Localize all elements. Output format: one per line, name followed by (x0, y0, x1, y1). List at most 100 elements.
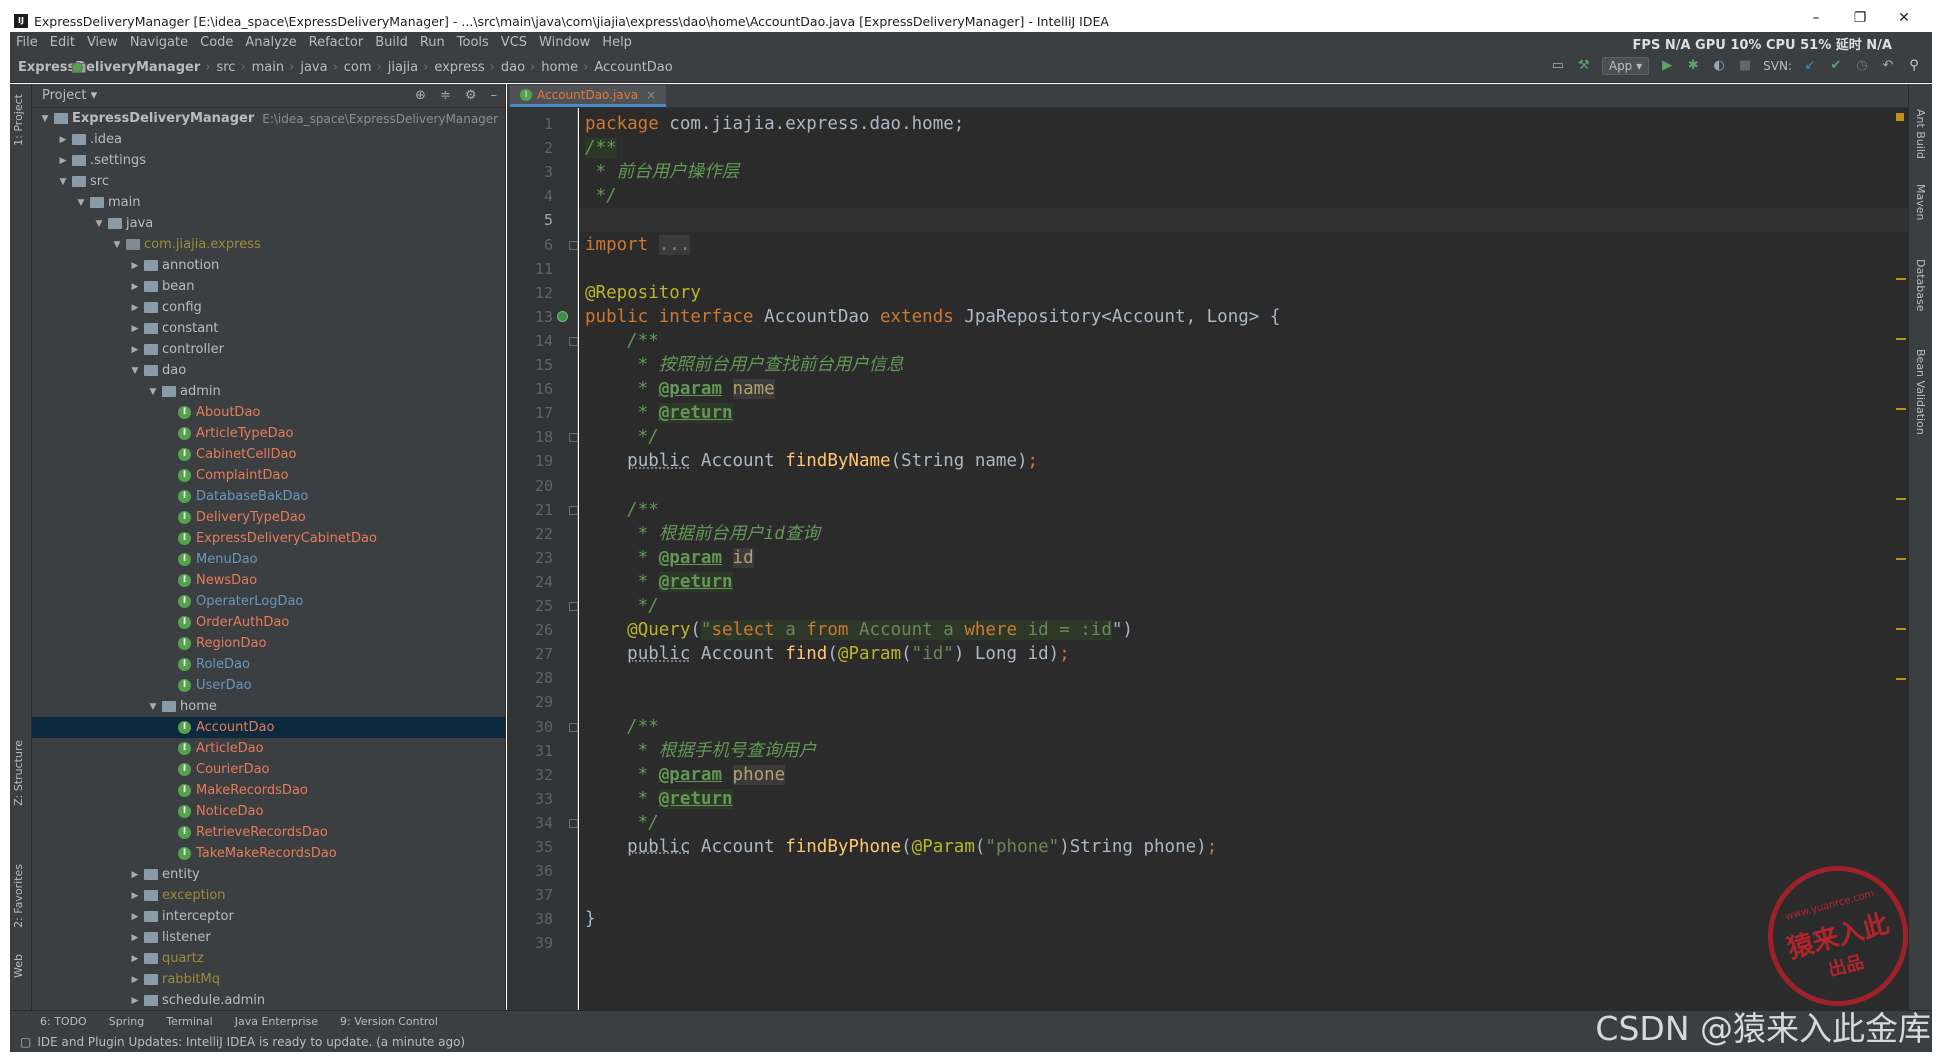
tree-item-folder[interactable]: ▼ ExpressDeliveryManager E:\idea_space\Exp… (32, 108, 505, 129)
menu-refactor[interactable]: Refactor (303, 35, 370, 50)
tree-item-interface[interactable]: I RegionDao (32, 633, 505, 654)
fold-marker-icon[interactable] (569, 240, 578, 250)
search-icon[interactable]: ⚲ (1906, 58, 1922, 74)
menu-file[interactable]: File (10, 35, 44, 50)
breadcrumb-project[interactable]: ExpressDeliveryManager › (10, 60, 213, 75)
collapse-arrow-icon[interactable]: ▶ (128, 261, 142, 271)
menu-edit[interactable]: Edit (44, 35, 81, 50)
tree-item-folder[interactable]: ▼ src (32, 171, 505, 192)
fold-marker-icon[interactable] (569, 818, 578, 828)
collapse-arrow-icon[interactable]: ▶ (128, 324, 142, 334)
expand-arrow-icon[interactable]: ▼ (74, 198, 88, 208)
project-view-select[interactable]: Project ▾ (42, 88, 97, 103)
collapse-arrow-icon[interactable]: ▶ (128, 345, 142, 355)
tree-item-folder[interactable]: ▶ entity (32, 864, 505, 885)
breadcrumb-src[interactable]: src › (72, 60, 248, 75)
tree-item-folder[interactable]: ▶ constant (32, 318, 505, 339)
breadcrumb-accountdao[interactable]: AccountDao (72, 60, 675, 75)
tree-item-folder[interactable]: ▶ listener (32, 927, 505, 948)
tree-item-interface[interactable]: I OperaterLogDao (32, 591, 505, 612)
fold-marker-icon[interactable] (569, 505, 578, 515)
tree-item-interface[interactable]: I MakeRecordsDao (32, 780, 505, 801)
tree-item-interface[interactable]: I MenuDao (32, 549, 505, 570)
tree-item-interface[interactable]: I ArticleDao (32, 738, 505, 759)
debug-icon[interactable]: ✱ (1685, 58, 1701, 74)
stop-icon[interactable]: ■ (1737, 58, 1753, 74)
tree-item-folder[interactable]: ▼ home (32, 696, 505, 717)
history-icon[interactable]: ◷ (1854, 58, 1870, 74)
maximize-button[interactable]: ❐ (1838, 10, 1882, 26)
collapse-arrow-icon[interactable]: ▶ (128, 912, 142, 922)
tree-item-interface[interactable]: I NewsDao (32, 570, 505, 591)
revert-icon[interactable]: ↶ (1880, 58, 1896, 74)
tab-structure[interactable]: Z: Structure (12, 740, 25, 806)
tree-item-interface[interactable]: I OrderAuthDao (32, 612, 505, 633)
code-editor[interactable]: package com.jiajia.express.dao.home;/** … (579, 108, 1908, 1010)
menu-run[interactable]: Run (414, 35, 451, 50)
menu-help[interactable]: Help (596, 35, 638, 50)
menu-build[interactable]: Build (369, 35, 414, 50)
tree-item-folder[interactable]: ▶ .idea (32, 129, 505, 150)
breadcrumb-express[interactable]: express › (72, 60, 498, 75)
collapse-arrow-icon[interactable]: ▶ (56, 156, 70, 166)
menu-analyze[interactable]: Analyze (239, 35, 302, 50)
tree-item-folder[interactable]: ▼ main (32, 192, 505, 213)
collapse-arrow-icon[interactable]: ▶ (128, 954, 142, 964)
breadcrumb-dao[interactable]: dao › (72, 60, 538, 75)
tree-item-interface[interactable]: I TakeMakeRecordsDao (32, 843, 505, 864)
minimize-button[interactable]: – (1794, 10, 1838, 26)
tree-item-interface[interactable]: I ComplaintDao (32, 465, 505, 486)
menu-tools[interactable]: Tools (451, 35, 495, 50)
tree-item-interface[interactable]: I RetrieveRecordsDao (32, 822, 505, 843)
tab-database[interactable]: Database (1914, 259, 1927, 312)
tab-web[interactable]: Web (12, 954, 25, 978)
expand-arrow-icon[interactable]: ▼ (110, 240, 124, 250)
breadcrumb-main[interactable]: main › (72, 60, 298, 75)
menu-window[interactable]: Window (533, 35, 596, 50)
expand-arrow-icon[interactable]: ▼ (56, 177, 70, 187)
expand-arrow-icon[interactable]: ▼ (146, 387, 160, 397)
fold-marker-icon[interactable] (569, 722, 578, 732)
collapse-arrow-icon[interactable]: ▶ (128, 975, 142, 985)
tree-item-folder[interactable]: ▶ controller (32, 339, 505, 360)
hide-icon[interactable]: – (491, 88, 498, 103)
collapse-arrow-icon[interactable]: ▶ (128, 996, 142, 1006)
tree-item-interface[interactable]: I DatabaseBakDao (32, 486, 505, 507)
svn-update-icon[interactable]: ↙ (1802, 58, 1818, 74)
tree-item-interface[interactable]: I ExpressDeliveryCabinetDao (32, 528, 505, 549)
tree-item-folder[interactable]: ▶ .settings (32, 150, 505, 171)
coverage-icon[interactable]: ◐ (1711, 58, 1727, 74)
menu-navigate[interactable]: Navigate (124, 35, 194, 50)
tree-item-interface[interactable]: I DeliveryTypeDao (32, 507, 505, 528)
collapse-arrow-icon[interactable]: ▶ (56, 135, 70, 145)
tree-item-folder[interactable]: ▶ config (32, 297, 505, 318)
tree-item-folder[interactable]: ▼ java (32, 213, 505, 234)
breadcrumb-jiajia[interactable]: jiajia › (72, 60, 432, 75)
tab-accountdao-java[interactable]: I AccountDao.java × (510, 85, 667, 107)
menu-code[interactable]: Code (194, 35, 239, 50)
tree-item-interface[interactable]: I ArticleTypeDao (32, 423, 505, 444)
tree-item-interface[interactable]: I CourierDao (32, 759, 505, 780)
locate-icon[interactable]: ⊕ (415, 88, 426, 103)
tree-item-folder[interactable]: ▼ com.jiajia.express (32, 234, 505, 255)
svn-commit-icon[interactable]: ✔ (1828, 58, 1844, 74)
collapse-arrow-icon[interactable]: ▶ (128, 933, 142, 943)
expand-arrow-icon[interactable]: ▼ (38, 114, 52, 124)
fold-marker-icon[interactable] (569, 602, 578, 611)
run-config-select[interactable]: App ▾ (1601, 57, 1650, 75)
tab-favorites[interactable]: 2: Favorites (12, 864, 25, 928)
close-tab-icon[interactable]: × (646, 88, 656, 102)
breadcrumb-com[interactable]: com › (72, 60, 385, 75)
tree-item-interface[interactable]: I CabinetCellDao (32, 444, 505, 465)
gear-icon[interactable]: ⚙ (465, 88, 477, 103)
tree-item-folder[interactable]: ▶ annotion (32, 255, 505, 276)
tab-version-control[interactable]: 9: Version Control (340, 1015, 438, 1028)
tree-item-folder[interactable]: ▼ dao (32, 360, 505, 381)
tree-item-interface[interactable]: I NoticeDao (32, 801, 505, 822)
collapse-arrow-icon[interactable]: ▶ (128, 303, 142, 313)
error-stripe[interactable] (1896, 108, 1906, 1010)
menu-view[interactable]: View (81, 35, 124, 50)
tab-spring[interactable]: Spring (109, 1015, 145, 1028)
tree-item-folder[interactable]: ▼ admin (32, 381, 505, 402)
expand-arrow-icon[interactable]: ▼ (146, 702, 160, 712)
